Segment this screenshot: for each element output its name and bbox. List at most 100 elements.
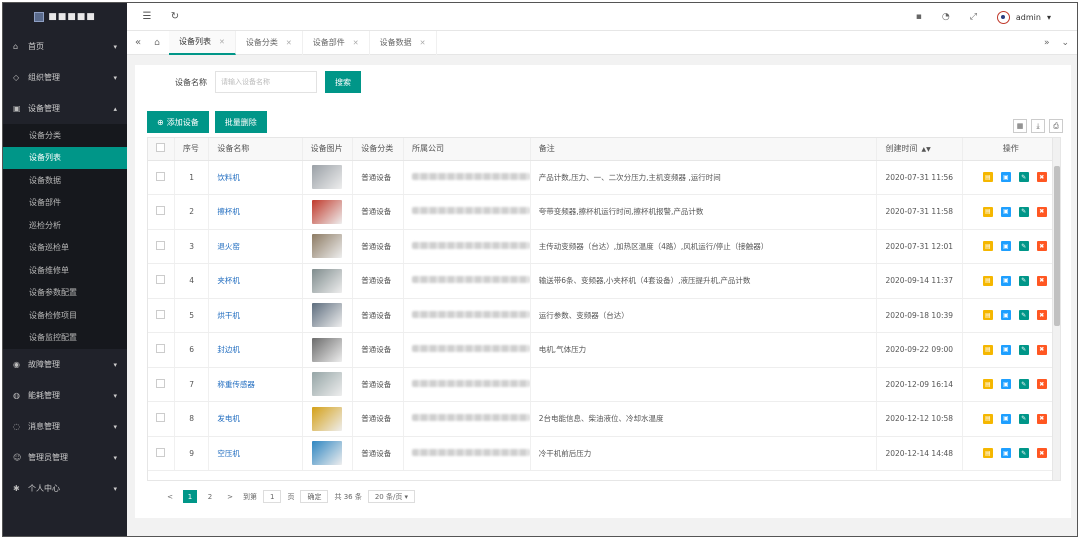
device-name-link[interactable]: 封边机	[217, 345, 240, 354]
submenu-item[interactable]: 设备巡检单	[3, 237, 127, 260]
edit-icon[interactable]: ✎	[1018, 172, 1029, 183]
sidebar-item-a2[interactable]: ▣ 设备管理 ▴	[3, 93, 127, 124]
goto-page-input[interactable]: 1	[263, 490, 282, 503]
detail-icon[interactable]: ▤	[982, 172, 993, 183]
sidebar-item-a0[interactable]: ⌂ 首页 ▾	[3, 31, 127, 62]
search-button[interactable]: 搜索	[325, 71, 361, 93]
tabs-right-icon[interactable]: »	[1044, 38, 1050, 48]
delete-icon[interactable]: ✖	[1036, 413, 1047, 424]
table-row[interactable]: 6 封边机 普通设备 电机,气体压力 2020-09-22 09:00 ▤ ▣ ✎ ✖	[148, 332, 1060, 368]
submenu-item[interactable]: 设备维修单	[3, 259, 127, 282]
view-icon[interactable]: ▣	[1000, 172, 1011, 183]
delete-icon[interactable]: ✖	[1036, 310, 1047, 321]
goto-confirm-button[interactable]: 确定	[300, 490, 329, 503]
page-2-button[interactable]: 2	[203, 490, 217, 503]
row-checkbox[interactable]	[156, 240, 166, 250]
submenu-item[interactable]: 设备分类	[3, 124, 127, 147]
delete-icon[interactable]: ✖	[1036, 379, 1047, 390]
row-checkbox[interactable]	[156, 206, 166, 216]
close-icon[interactable]: ✕	[286, 39, 292, 47]
tabs-menu-icon[interactable]: ⌄	[1061, 38, 1069, 48]
detail-icon[interactable]: ▤	[982, 241, 993, 252]
row-checkbox[interactable]	[156, 378, 166, 388]
device-image[interactable]	[312, 268, 343, 293]
close-icon[interactable]: ✕	[353, 39, 359, 47]
page-size-select[interactable]: 20 条/页 ▾	[367, 490, 416, 503]
device-name-link[interactable]: 退火窑	[217, 242, 240, 251]
submenu-item[interactable]: 设备参数配置	[3, 282, 127, 305]
detail-icon[interactable]: ▤	[982, 379, 993, 390]
delete-icon[interactable]: ✖	[1036, 172, 1047, 183]
submenu-item[interactable]: 设备数据	[3, 169, 127, 192]
device-name-link[interactable]: 夹杯机	[217, 276, 240, 285]
device-name-link[interactable]: 擦杯机	[217, 207, 240, 216]
table-row[interactable]: 1 饮料机 普通设备 产品计数,压力、一、二次分压力,主机变频器 ,运行时间 2020-…	[148, 160, 1060, 195]
table-row[interactable]: 5 烘干机 普通设备 运行参数、变频器（台达） 2020-09-18 10:39 ▤ ▣ ✎ ✖	[148, 298, 1060, 333]
device-image[interactable]	[312, 234, 343, 259]
header-created[interactable]: 创建时间 ▲▼	[876, 138, 963, 161]
edit-icon[interactable]: ✎	[1018, 448, 1029, 459]
batch-delete-button[interactable]: 批量删除	[214, 111, 267, 133]
columns-icon[interactable]: ▦	[1013, 119, 1027, 133]
next-page-button[interactable]: >	[223, 490, 237, 503]
device-image[interactable]	[312, 165, 343, 190]
sidebar-item-b0[interactable]: ◉ 故障管理 ▾	[3, 349, 127, 380]
view-icon[interactable]: ▣	[1000, 206, 1011, 217]
edit-icon[interactable]: ✎	[1018, 275, 1029, 286]
row-checkbox[interactable]	[156, 344, 166, 354]
print-icon[interactable]: ⎙	[1049, 119, 1063, 133]
delete-icon[interactable]: ✖	[1036, 241, 1047, 252]
detail-icon[interactable]: ▤	[982, 275, 993, 286]
device-name-link[interactable]: 称重传感器	[217, 380, 255, 389]
row-checkbox[interactable]	[156, 275, 166, 285]
export-icon[interactable]: ⤓	[1031, 119, 1045, 133]
submenu-item[interactable]: 设备监控配置	[3, 327, 127, 350]
edit-icon[interactable]: ✎	[1018, 206, 1029, 217]
row-checkbox[interactable]	[156, 413, 166, 423]
device-name-link[interactable]: 发电机	[217, 414, 240, 423]
view-icon[interactable]: ▣	[1000, 448, 1011, 459]
view-icon[interactable]: ▣	[1000, 379, 1011, 390]
device-image[interactable]	[312, 199, 343, 224]
tabs-left-icon[interactable]: «	[131, 37, 145, 48]
submenu-item[interactable]: 巡检分析	[3, 214, 127, 237]
delete-icon[interactable]: ✖	[1036, 275, 1047, 286]
table-row[interactable]: 8 发电机 普通设备 2台电能信息、柴油液位、冷却水温度 2020-12-12 10:5…	[148, 401, 1060, 437]
tab-2[interactable]: 设备部件 ✕	[303, 30, 370, 55]
refresh-icon[interactable]: ↻	[167, 9, 183, 25]
submenu-item[interactable]: 设备检修项目	[3, 304, 127, 327]
tab-0[interactable]: 设备列表 ✕	[169, 30, 236, 55]
user-menu[interactable]: admin ▾	[996, 10, 1051, 24]
edit-icon[interactable]: ✎	[1018, 344, 1029, 355]
tab-1[interactable]: 设备分类 ✕	[236, 30, 303, 55]
menu-toggle-icon[interactable]: ☰	[139, 9, 155, 25]
delete-icon[interactable]: ✖	[1036, 344, 1047, 355]
delete-icon[interactable]: ✖	[1036, 206, 1047, 217]
view-icon[interactable]: ▣	[1000, 310, 1011, 321]
device-image[interactable]	[312, 372, 343, 397]
device-name-link[interactable]: 烘干机	[217, 311, 240, 320]
add-device-button[interactable]: ⊕ 添加设备	[147, 111, 209, 133]
table-row[interactable]: 2 擦杯机 普通设备 夸带变频器,擦杯机运行时间,擦杯机报警,产品计数 2020-07-…	[148, 194, 1060, 230]
row-checkbox[interactable]	[156, 171, 166, 181]
detail-icon[interactable]: ▤	[982, 344, 993, 355]
submenu-item[interactable]: 设备部件	[3, 192, 127, 215]
edit-icon[interactable]: ✎	[1018, 413, 1029, 424]
submenu-item[interactable]: 设备列表	[3, 146, 127, 169]
close-icon[interactable]: ✕	[219, 38, 225, 46]
sidebar-item-b4[interactable]: ✱ 个人中心 ▾	[3, 473, 127, 504]
row-checkbox[interactable]	[156, 447, 166, 457]
message-icon[interactable]: ▪	[916, 12, 922, 22]
tab-3[interactable]: 设备数据 ✕	[370, 30, 437, 55]
edit-icon[interactable]: ✎	[1018, 241, 1029, 252]
sidebar-item-b1[interactable]: ◍ 能耗管理 ▾	[3, 380, 127, 411]
prev-page-button[interactable]: <	[163, 490, 177, 503]
device-image[interactable]	[312, 303, 343, 328]
page-1-button[interactable]: 1	[183, 490, 197, 503]
sort-icon[interactable]: ▲▼	[921, 146, 930, 153]
device-name-link[interactable]: 空压机	[217, 449, 240, 458]
device-image[interactable]	[312, 406, 343, 431]
device-image[interactable]	[312, 337, 343, 362]
detail-icon[interactable]: ▤	[982, 310, 993, 321]
delete-icon[interactable]: ✖	[1036, 448, 1047, 459]
